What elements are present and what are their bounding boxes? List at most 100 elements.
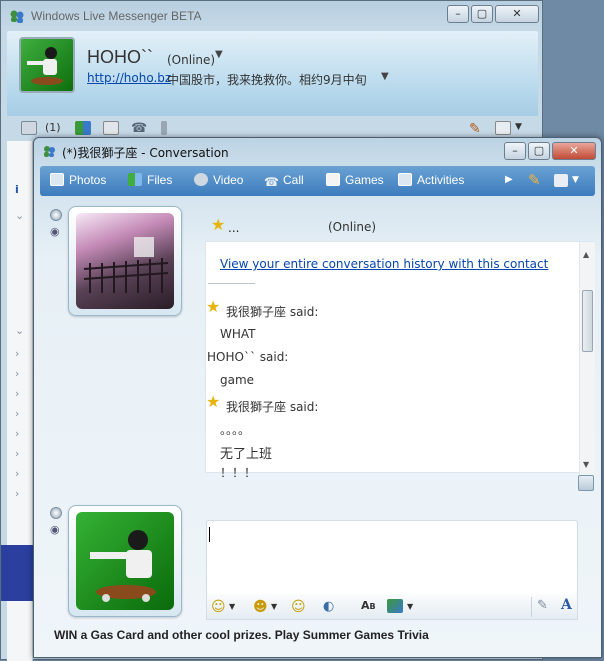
message-text: ！！！ [220,466,257,480]
contact-name[interactable]: ... [228,221,239,235]
conversation-title: (*)我很獅子座 - Conversation [62,146,229,160]
divider [531,597,532,617]
scroll-down-icon[interactable]: ▼ [583,460,589,469]
scroll-thumb[interactable] [582,290,593,352]
promo-text[interactable]: WIN a Gas Card and other cool prizes. Pl… [54,628,429,642]
video-button[interactable]: Video [194,173,243,187]
expand-group-icon[interactable]: › [15,387,19,400]
mail-count[interactable]: (1) [45,121,61,134]
spaces-icon[interactable] [103,121,119,135]
contact-avatar [76,213,174,309]
expand-group-icon[interactable]: › [15,367,19,380]
user-display-name[interactable]: HOHO`` [87,47,153,68]
text-style-icon[interactable]: A [561,597,572,613]
contacts-icon[interactable] [75,121,91,135]
menu-dropdown-icon[interactable]: ▼ [515,122,522,132]
input-toolbar: ☺ ▼ ☻ ▼ ☺ ◐ AB ▼ ✎ A [206,594,578,620]
files-button[interactable]: Files [128,173,172,187]
history-scrollbar[interactable]: ▲ ▼ [579,242,595,474]
mail-icon[interactable] [21,121,37,135]
webcam-icon [194,173,208,186]
more-arrow-icon[interactable]: ▶ [505,174,513,185]
contact-list-strip: i ⌄ ⌄ › › › › › › › › [1,141,33,661]
main-window-title: Windows Live Messenger BETA [31,9,202,23]
ad-banner[interactable] [1,545,33,601]
expand-group-icon[interactable]: › [15,467,19,480]
expand-group-icon[interactable]: › [15,487,19,500]
close-button[interactable]: ✕ [552,142,596,160]
user-avatar[interactable] [19,37,75,93]
expand-group-icon[interactable]: › [15,427,19,440]
handwriting-icon[interactable]: ✎ [537,598,548,613]
webcam-small-icon[interactable]: ◉ [50,523,60,536]
sender-star-icon: ★ [206,297,221,316]
activities-button[interactable]: Activities [398,173,464,187]
menu-dropdown-icon[interactable]: ▼ [572,175,579,185]
message-text: 无了上班 [220,447,273,462]
background-icon[interactable] [387,599,403,613]
phone-icon[interactable]: ☎ [131,121,147,136]
mobile-icon[interactable] [161,121,167,135]
close-button[interactable]: ✕ [495,5,539,23]
expand-group-icon[interactable]: › [15,407,19,420]
emoticon-icon[interactable]: ☺ [211,599,226,615]
games-button[interactable]: Games [326,173,384,187]
contact-star-icon: ★ [211,215,226,234]
menu-icon[interactable] [554,174,568,187]
conversation-area: ◉ ★ ... (Online) View your entire conver… [40,198,595,653]
call-button[interactable]: ☎ Call [264,173,304,189]
personal-url-link[interactable]: http://hoho.bz [87,71,171,85]
divider [208,283,255,284]
conversation-window: (*)我很獅子座 - Conversation – ▢ ✕ Photos Fil… [33,137,602,658]
user-picture-frame[interactable] [68,505,182,617]
wink-dropdown-icon[interactable]: ▼ [271,602,277,611]
collapse-pic-button[interactable] [50,507,62,519]
contact-picture-frame[interactable] [68,206,182,316]
photos-icon [50,173,64,186]
maximize-button[interactable]: ▢ [528,142,550,160]
message-text: game [220,373,255,387]
conversation-titlebar[interactable]: (*)我很獅子座 - Conversation – ▢ ✕ [34,138,601,164]
scroll-up-icon[interactable]: ▲ [583,250,589,259]
files-icon [128,173,142,186]
activities-icon [398,173,412,186]
message-dropdown-icon[interactable]: ▼ [381,71,389,82]
expand-group-icon[interactable]: ⌄ [15,209,24,222]
message-input[interactable] [206,520,578,595]
contact-status: (Online) [328,220,377,234]
user-avatar [76,512,174,610]
wink-icon[interactable]: ☻ [253,599,268,615]
background-dropdown-icon[interactable]: ▼ [407,602,413,611]
info-icon[interactable]: i [15,183,19,196]
personal-message[interactable]: 中国股市，我来挽救你。相约9月中旬 [167,71,367,88]
expand-group-icon[interactable]: › [15,447,19,460]
font-icon[interactable]: AB [361,599,376,612]
menu-icon[interactable] [495,121,511,135]
message-text: WHAT [220,327,256,341]
user-status[interactable]: (Online) [167,53,215,67]
emoticon-dropdown-icon[interactable]: ▼ [229,602,235,611]
sender-label: 我很獅子座 said: [226,305,319,319]
maximize-button[interactable]: ▢ [471,5,493,23]
message-history[interactable]: View your entire conversation history wi… [205,241,595,480]
sender-label: 我很獅子座 said: [226,400,319,414]
minimize-button[interactable]: – [504,142,526,160]
history-link[interactable]: View your entire conversation history wi… [220,257,548,271]
customize-brush-icon[interactable]: ✎ [528,171,541,189]
customize-brush-icon[interactable]: ✎ [469,121,485,137]
voice-clip-icon[interactable]: ◐ [323,599,334,614]
photos-button[interactable]: Photos [50,173,106,187]
collapse-history-button[interactable] [578,475,594,491]
collapse-pic-button[interactable] [50,209,62,221]
user-header: HOHO`` (Online) ▼ http://hoho.bz 中国股市，我来… [7,31,538,116]
sender-label: HOHO`` said: [207,350,289,364]
nudge-icon[interactable]: ☺ [291,599,306,615]
main-titlebar[interactable]: Windows Live Messenger BETA – ▢ ✕ [1,1,542,31]
webcam-small-icon[interactable]: ◉ [50,225,60,238]
expand-group-icon[interactable]: ⌄ [15,324,24,337]
phone-icon: ☎ [264,175,279,189]
games-icon [326,173,340,186]
expand-group-icon[interactable]: › [15,347,19,360]
minimize-button[interactable]: – [447,5,469,23]
status-dropdown-icon[interactable]: ▼ [215,49,223,60]
